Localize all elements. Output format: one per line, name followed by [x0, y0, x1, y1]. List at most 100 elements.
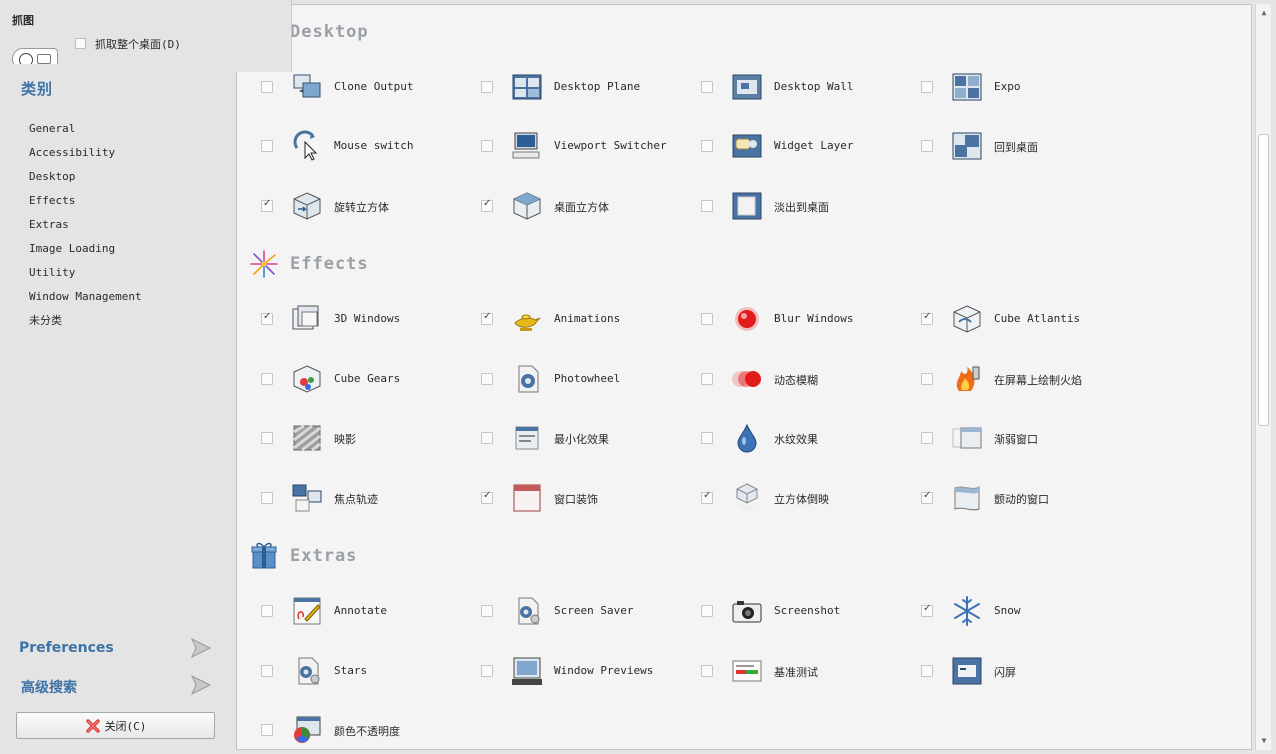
plugin-label[interactable]: Window Previews — [554, 664, 653, 677]
plugin-tile[interactable]: Cube Gears — [237, 361, 447, 397]
plugin-enable-checkbox[interactable] — [701, 665, 713, 677]
plugin-label[interactable]: 桌面立方体 — [554, 199, 609, 215]
grab-desktop-label[interactable]: 抓取整个桌面(D) — [95, 36, 181, 52]
plugin-label[interactable]: Animations — [554, 312, 620, 325]
annotate-icon[interactable] — [291, 595, 323, 627]
3d-windows-icon[interactable] — [291, 303, 323, 335]
plugin-tile[interactable]: 水纹效果 — [677, 420, 887, 456]
plugin-enable-checkbox[interactable] — [481, 373, 493, 385]
widget-layer-icon[interactable] — [731, 130, 763, 162]
plugin-tile[interactable]: Stars — [237, 653, 447, 689]
plugin-label[interactable]: 3D Windows — [334, 312, 400, 325]
water-drop-icon[interactable] — [731, 422, 763, 454]
plugin-enable-checkbox[interactable] — [921, 490, 933, 504]
plugin-tile[interactable]: Annotate — [237, 593, 447, 629]
plugin-enable-checkbox[interactable] — [261, 311, 273, 325]
plugin-tile[interactable]: 渐弱窗口 — [897, 420, 1107, 456]
category-uncategorized[interactable]: 未分类 — [29, 314, 142, 338]
plugin-label[interactable]: 焦点轨迹 — [334, 491, 378, 507]
plugin-enable-checkbox[interactable] — [481, 490, 493, 504]
plugin-enable-checkbox[interactable] — [921, 432, 933, 444]
plugin-enable-checkbox[interactable] — [261, 373, 273, 385]
plugin-tile[interactable]: Expo — [897, 69, 1107, 105]
cube-reflection-icon[interactable] — [731, 482, 763, 514]
desktop-wall-icon[interactable] — [731, 71, 763, 103]
close-button[interactable]: 关闭(C) — [16, 712, 215, 739]
plugin-tile[interactable]: 立方体倒映 — [677, 480, 887, 516]
plugin-tile[interactable]: Clone Output — [237, 69, 447, 105]
plugin-tile[interactable]: Cube Atlantis — [897, 301, 1107, 337]
plugin-tile[interactable]: 桌面立方体 — [457, 188, 667, 224]
plugin-enable-checkbox[interactable] — [261, 198, 273, 212]
plugin-tile[interactable]: Window Previews — [457, 653, 667, 689]
plugin-tile[interactable]: 在屏幕上绘制火焰 — [897, 361, 1107, 397]
expo-icon[interactable] — [951, 71, 983, 103]
plugin-enable-checkbox[interactable] — [921, 311, 933, 325]
plugin-tile[interactable]: 3D Windows — [237, 301, 447, 337]
plugin-label[interactable]: Screen Saver — [554, 604, 633, 617]
plugin-enable-checkbox[interactable] — [481, 665, 493, 677]
camera-icon[interactable] — [731, 595, 763, 627]
plugin-tile[interactable]: 动态模糊 — [677, 361, 887, 397]
plugin-tile[interactable]: Desktop Plane — [457, 69, 667, 105]
plugin-enable-checkbox[interactable] — [261, 724, 273, 736]
plugin-tile[interactable]: Screen Saver — [457, 593, 667, 629]
plugin-tile[interactable]: Mouse switch — [237, 128, 447, 164]
blur-windows-icon[interactable] — [731, 303, 763, 335]
plugin-tile[interactable]: Blur Windows — [677, 301, 887, 337]
plugin-tile[interactable]: 淡出到桌面 — [677, 188, 887, 224]
plugin-enable-checkbox[interactable] — [481, 140, 493, 152]
plugin-label[interactable]: Annotate — [334, 604, 387, 617]
plugin-tile[interactable]: Desktop Wall — [677, 69, 887, 105]
vertical-scrollbar[interactable]: ▲ ▼ — [1255, 4, 1271, 750]
scroll-up-arrow-icon[interactable]: ▲ — [1259, 8, 1269, 18]
plugin-enable-checkbox[interactable] — [701, 432, 713, 444]
plugin-enable-checkbox[interactable] — [921, 373, 933, 385]
motion-blur-icon[interactable] — [731, 363, 763, 395]
category-utility[interactable]: Utility — [29, 266, 142, 290]
plugin-tile[interactable]: Photowheel — [457, 361, 667, 397]
wobbly-windows-icon[interactable] — [951, 482, 983, 514]
category-extras[interactable]: Extras — [29, 218, 142, 242]
window-previews-icon[interactable] — [511, 655, 543, 687]
color-opacity-icon[interactable] — [291, 714, 323, 746]
draw-fire-icon[interactable] — [951, 363, 983, 395]
plugin-enable-checkbox[interactable] — [261, 665, 273, 677]
plugin-label[interactable]: Desktop Wall — [774, 80, 853, 93]
plugin-label[interactable]: 最小化效果 — [554, 431, 609, 447]
category-image-loading[interactable]: Image Loading — [29, 242, 142, 266]
plugin-label[interactable]: 回到桌面 — [994, 139, 1038, 155]
benchmark-icon[interactable] — [731, 655, 763, 687]
plugin-enable-checkbox[interactable] — [481, 432, 493, 444]
plugin-tile[interactable]: 最小化效果 — [457, 420, 667, 456]
plugin-enable-checkbox[interactable] — [701, 200, 713, 212]
plugin-label[interactable]: Expo — [994, 80, 1021, 93]
plugin-enable-checkbox[interactable] — [701, 490, 713, 504]
plugin-enable-checkbox[interactable] — [481, 81, 493, 93]
plugin-label[interactable]: 渐弱窗口 — [994, 431, 1038, 447]
advanced-search-arrow-icon[interactable] — [190, 675, 212, 695]
plugin-label[interactable]: Cube Gears — [334, 372, 400, 385]
viewport-switcher-icon[interactable] — [511, 130, 543, 162]
category-accessibility[interactable]: Accessibility — [29, 146, 142, 170]
plugin-label[interactable]: 立方体倒映 — [774, 491, 829, 507]
window-decoration-icon[interactable] — [511, 482, 543, 514]
plugin-tile[interactable]: 颜色不透明度 — [237, 712, 447, 748]
plugin-enable-checkbox[interactable] — [701, 140, 713, 152]
photowheel-icon[interactable] — [511, 363, 543, 395]
plugin-label[interactable]: 旋转立方体 — [334, 199, 389, 215]
plugin-label[interactable]: 淡出到桌面 — [774, 199, 829, 215]
minimize-effect-icon[interactable] — [511, 422, 543, 454]
plugin-label[interactable]: Screenshot — [774, 604, 840, 617]
plugin-tile[interactable]: 闪屏 — [897, 653, 1107, 689]
plugin-label[interactable]: 闪屏 — [994, 664, 1016, 680]
plugin-tile[interactable]: 基准测试 — [677, 653, 887, 689]
plugin-enable-checkbox[interactable] — [261, 492, 273, 504]
animations-lamp-icon[interactable] — [511, 303, 543, 335]
plugin-enable-checkbox[interactable] — [921, 81, 933, 93]
plugin-tile[interactable]: 旋转立方体 — [237, 188, 447, 224]
plugin-tile[interactable]: 窗口装饰 — [457, 480, 667, 516]
plugin-label[interactable]: Clone Output — [334, 80, 413, 93]
plugin-tile[interactable]: Animations — [457, 301, 667, 337]
plugin-enable-checkbox[interactable] — [921, 665, 933, 677]
